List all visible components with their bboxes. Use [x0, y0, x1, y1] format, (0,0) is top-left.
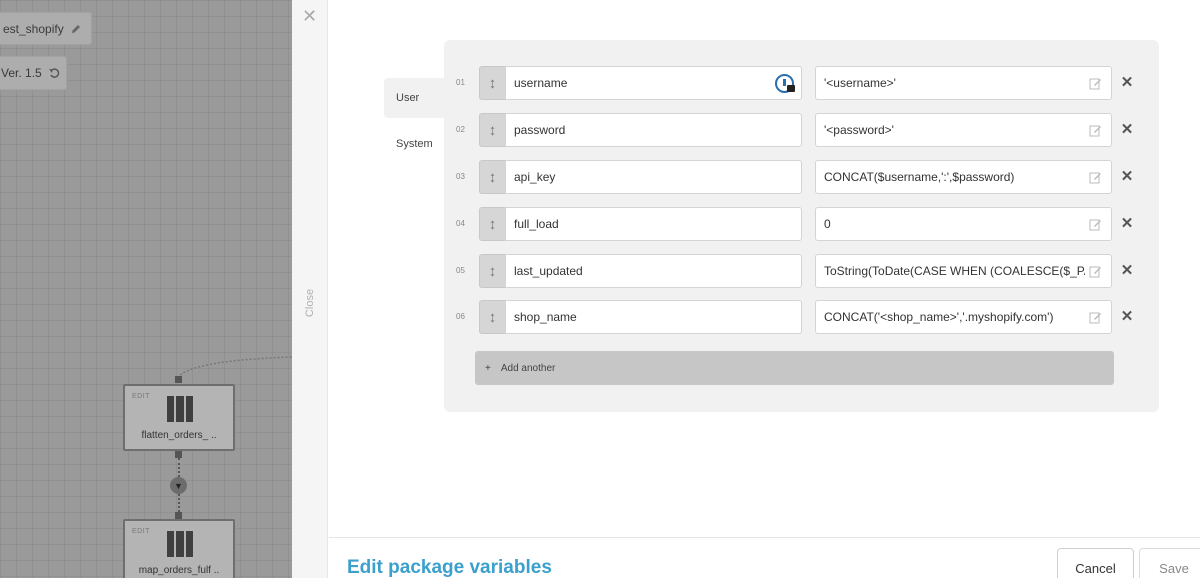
tab-system[interactable]: System [384, 124, 448, 164]
variable-value: '<username>' [824, 76, 896, 90]
component-node-map-orders[interactable]: EDIT map_orders_fulf .. [123, 519, 235, 578]
edit-icon[interactable] [1089, 218, 1102, 231]
connector-curve [180, 356, 292, 376]
variable-value: ToString(ToDate(CASE WHEN (COALESCE($_PA… [824, 264, 1085, 278]
row-number: 04 [456, 219, 465, 228]
variable-row: 05 ↕ ToString(ToDate(CASE WHEN (COALESCE… [444, 254, 1159, 288]
package-version-badge[interactable]: Ver. 1.5 [0, 56, 67, 90]
node-edit-tag: EDIT [132, 393, 150, 400]
variable-value: 0 [824, 217, 831, 231]
pencil-icon[interactable] [70, 23, 82, 35]
drag-handle-icon[interactable]: ↕ [479, 113, 505, 147]
variable-row: 01 ↕ '<username>' ✕ [444, 66, 1159, 100]
package-version: Ver. 1.5 [1, 66, 42, 80]
variables-panel: 01 ↕ '<username>' ✕ 02 ↕ '<password>' [444, 40, 1159, 412]
variable-name-input[interactable] [505, 300, 802, 334]
table-icon [167, 396, 193, 422]
add-another-label: Add another [500, 362, 556, 374]
modal-title: Edit package variables [347, 557, 552, 578]
variable-name-input[interactable] [505, 254, 802, 288]
variable-row: 02 ↕ '<password>' ✕ [444, 113, 1159, 147]
variable-value-field[interactable]: '<password>' [815, 113, 1112, 147]
connector-dot [175, 451, 182, 458]
row-number: 05 [456, 266, 465, 275]
close-label[interactable]: Close [304, 289, 316, 317]
row-number: 02 [456, 125, 465, 134]
variable-name-input[interactable] [505, 207, 802, 241]
save-button[interactable]: Save [1139, 548, 1200, 578]
variable-value: '<password>' [824, 123, 894, 137]
node-edit-tag: EDIT [132, 528, 150, 535]
connector-dot [175, 512, 182, 519]
footer-divider [329, 537, 1200, 538]
edit-icon[interactable] [1089, 124, 1102, 137]
variable-tabs: User System [384, 78, 448, 164]
variable-value: CONCAT('<shop_name>','.myshopify.com') [824, 310, 1054, 324]
edit-icon[interactable] [1089, 311, 1102, 324]
variable-value-field[interactable]: CONCAT('<shop_name>','.myshopify.com') [815, 300, 1112, 334]
node-label: flatten_orders_ .. [141, 430, 217, 441]
close-icon[interactable]: ✕ [302, 7, 317, 25]
arrow-down-icon[interactable]: ▼ [170, 477, 187, 494]
package-name-badge[interactable]: est_shopify [0, 12, 92, 45]
delete-row-icon[interactable]: ✕ [1119, 308, 1135, 325]
drag-handle-icon[interactable]: ↕ [479, 207, 505, 241]
delete-row-icon[interactable]: ✕ [1119, 121, 1135, 138]
edit-icon[interactable] [1089, 265, 1102, 278]
drag-handle-icon[interactable]: ↕ [479, 254, 505, 288]
node-label: map_orders_fulf .. [138, 565, 220, 576]
row-number: 06 [456, 312, 465, 321]
undo-icon[interactable] [48, 67, 61, 80]
variable-name-input[interactable] [505, 160, 802, 194]
pipeline-canvas: est_shopify Ver. 1.5 EDIT flatten_orders… [0, 0, 292, 578]
add-another-button[interactable]: + Add another [475, 351, 1114, 385]
delete-row-icon[interactable]: ✕ [1119, 168, 1135, 185]
variable-row: 06 ↕ CONCAT('<shop_name>','.myshopify.co… [444, 300, 1159, 334]
drag-handle-icon[interactable]: ↕ [479, 160, 505, 194]
delete-row-icon[interactable]: ✕ [1119, 262, 1135, 279]
variable-value-field[interactable]: ToString(ToDate(CASE WHEN (COALESCE($_PA… [815, 254, 1112, 288]
variable-row: 04 ↕ 0 ✕ [444, 207, 1159, 241]
edit-variables-modal: User System 01 ↕ '<username>' ✕ 02 ↕ [329, 0, 1200, 578]
row-number: 03 [456, 172, 465, 181]
variable-value-field[interactable]: 0 [815, 207, 1112, 241]
delete-row-icon[interactable]: ✕ [1119, 74, 1135, 91]
connector-dot [175, 376, 182, 383]
cancel-button[interactable]: Cancel [1057, 548, 1134, 578]
variable-row: 03 ↕ CONCAT($username,':',$password) ✕ [444, 160, 1159, 194]
package-name: est_shopify [3, 21, 64, 36]
drag-handle-icon[interactable]: ↕ [479, 66, 505, 100]
variable-value-field[interactable]: CONCAT($username,':',$password) [815, 160, 1112, 194]
drag-handle-icon[interactable]: ↕ [479, 300, 505, 334]
row-number: 01 [456, 78, 465, 87]
lock-icon [787, 85, 795, 92]
tab-user[interactable]: User [384, 78, 448, 118]
variable-value: CONCAT($username,':',$password) [824, 170, 1015, 184]
connector-line [178, 494, 180, 512]
close-strip[interactable]: ✕ Close [292, 0, 328, 578]
variable-value-field[interactable]: '<username>' [815, 66, 1112, 100]
plus-icon: + [485, 362, 491, 374]
connector-line [178, 458, 180, 477]
table-icon [167, 531, 193, 557]
edit-icon[interactable] [1089, 171, 1102, 184]
component-node-flatten-orders[interactable]: EDIT flatten_orders_ .. [123, 384, 235, 451]
delete-row-icon[interactable]: ✕ [1119, 215, 1135, 232]
edit-icon[interactable] [1089, 77, 1102, 90]
variable-name-input[interactable] [505, 66, 802, 100]
variable-name-input[interactable] [505, 113, 802, 147]
